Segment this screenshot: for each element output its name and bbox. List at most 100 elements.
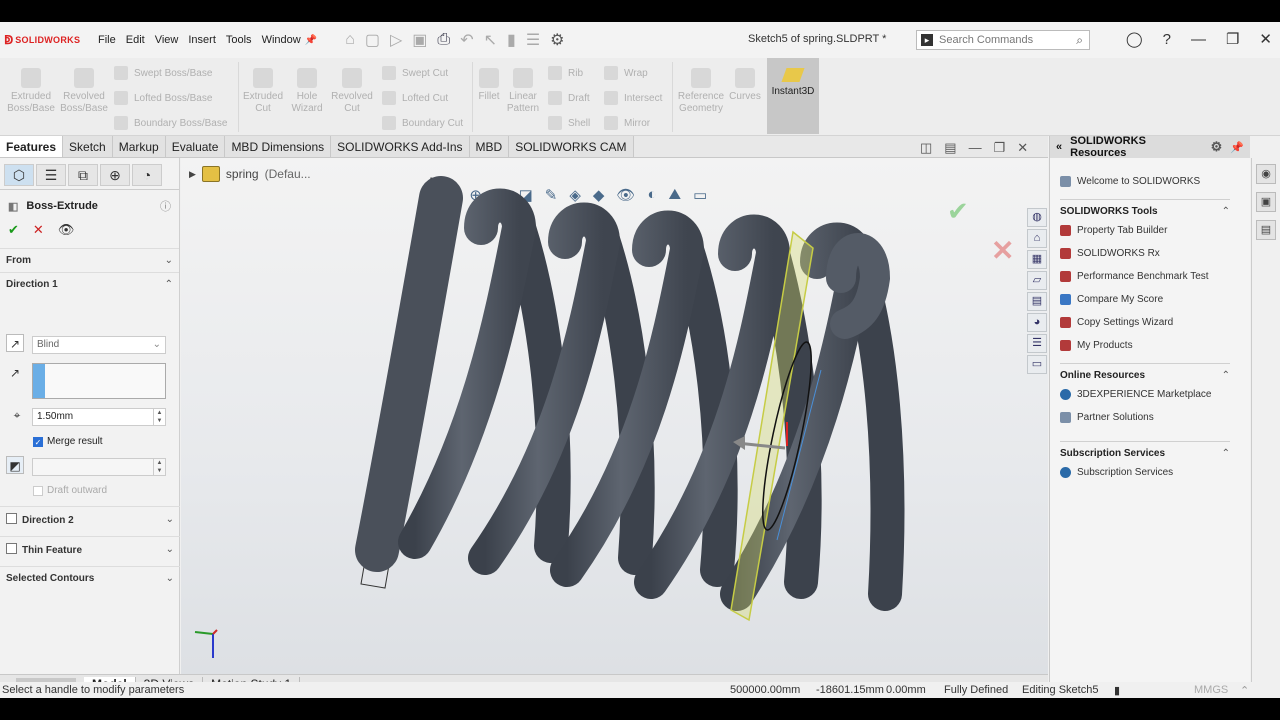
menu-edit[interactable]: Edit <box>126 34 145 46</box>
select-icon[interactable]: ↖ <box>484 30 497 50</box>
pin-pane-icon[interactable]: 📌 <box>1230 141 1244 154</box>
lofted-cut-button[interactable]: Lofted Cut <box>382 91 448 105</box>
file-explorer-icon[interactable]: ▱ <box>1027 271 1047 290</box>
help-icon[interactable]: ⓘ <box>160 198 171 214</box>
rebuild-icon[interactable]: ▮ <box>507 30 516 50</box>
custom-properties-icon[interactable]: ☰ <box>1027 334 1047 353</box>
view-palette-icon[interactable]: ▤ <box>1027 292 1047 311</box>
user-account-icon[interactable]: ◯ <box>1126 30 1143 48</box>
tab-mbd[interactable]: MBD <box>469 136 510 157</box>
link-views-icon[interactable]: ▤ <box>944 140 956 156</box>
instant3d-button[interactable]: Instant3D <box>767 58 819 134</box>
appearances-icon[interactable]: ◕ <box>1027 313 1047 332</box>
minimize-icon[interactable]: — <box>1191 31 1206 48</box>
tool-link[interactable]: Performance Benchmark Test <box>1050 265 1250 288</box>
tool-link[interactable]: My Products <box>1050 334 1250 357</box>
thin-feature-checkbox[interactable] <box>6 543 17 554</box>
configuration-manager-tab-icon[interactable]: ⧉ <box>68 164 98 186</box>
ok-check-icon[interactable]: ✔ <box>8 222 19 238</box>
search-commands-input[interactable]: ▸ Search Commands ⌕ <box>916 30 1090 50</box>
spring-model[interactable] <box>181 158 1048 674</box>
file-properties-icon[interactable]: ☰ <box>526 30 540 50</box>
viewport-minimize-icon[interactable]: — <box>969 140 982 156</box>
dimxpert-manager-tab-icon[interactable]: ⊕ <box>100 164 130 186</box>
tab-mbd-dimensions[interactable]: MBD Dimensions <box>225 136 332 157</box>
cancel-x-icon[interactable]: ✕ <box>33 222 44 238</box>
tab-solidworks-add-ins[interactable]: SOLIDWORKS Add-Ins <box>331 136 470 157</box>
file-explorer-tab-icon[interactable]: ▤ <box>1256 220 1276 240</box>
draft-angle-spinner[interactable]: ▲ ▼ <box>153 459 165 475</box>
subscription-link[interactable]: Subscription Services <box>1050 461 1250 484</box>
merge-result-checkbox[interactable]: ✓ Merge result <box>33 436 103 447</box>
hole-wizard-button[interactable]: Hole Wizard <box>288 68 326 115</box>
boundary-cut-button[interactable]: Boundary Cut <box>382 116 463 130</box>
tools-section-header[interactable]: SOLIDWORKS Tools ⌃ <box>1060 199 1230 217</box>
split-view-icon[interactable]: ◫ <box>920 140 932 156</box>
reference-geometry-button[interactable]: Reference Geometry <box>676 68 726 115</box>
depth-input[interactable]: 1.50mm ▲ ▼ <box>32 408 166 426</box>
property-manager-tab-icon[interactable]: ☰ <box>36 164 66 186</box>
save-icon[interactable]: ▣ <box>412 30 427 50</box>
forum-icon[interactable]: ▭ <box>1027 355 1047 374</box>
tab-features[interactable]: Features <box>0 136 64 157</box>
rebuild-indicator-icon[interactable]: ▮ <box>1114 684 1120 697</box>
collapse-pane-icon[interactable]: « <box>1056 141 1062 153</box>
section-thin-feature[interactable]: Thin Feature ⌄ <box>0 536 180 562</box>
section-direction-2[interactable]: Direction 2 ⌄ <box>0 506 180 532</box>
end-condition-select[interactable]: Blind ⌄ <box>32 336 166 354</box>
section-selected-contours[interactable]: Selected Contours ⌄ <box>0 566 180 590</box>
close-icon[interactable]: ✕ <box>1259 30 1272 48</box>
feature-manager-tab-icon[interactable]: ⬡ <box>4 164 34 186</box>
viewport-restore-icon[interactable]: ❐ <box>994 140 1006 156</box>
depth-spinner[interactable]: ▲ ▼ <box>153 409 165 425</box>
revolved-boss-button[interactable]: Revolved Boss/Base <box>58 68 110 115</box>
direction-selection-box[interactable] <box>32 363 166 399</box>
tab-sketch[interactable]: Sketch <box>63 136 113 157</box>
units-dropdown-icon[interactable]: ⌃ <box>1240 684 1249 697</box>
intersect-button[interactable]: Intersect <box>604 91 662 105</box>
search-icon[interactable]: ⌕ <box>1076 33 1083 48</box>
extruded-cut-button[interactable]: Extruded Cut <box>242 68 284 115</box>
tool-link[interactable]: Copy Settings Wizard <box>1050 311 1250 334</box>
linear-pattern-button[interactable]: Linear Pattern <box>506 68 540 115</box>
tool-link[interactable]: Compare My Score <box>1050 288 1250 311</box>
wrap-button[interactable]: Wrap <box>604 66 648 80</box>
draft-on-off-icon[interactable]: ◩ <box>6 456 24 474</box>
online-section-header[interactable]: Online Resources ⌃ <box>1060 363 1230 381</box>
tab-solidworks-cam[interactable]: SOLIDWORKS CAM <box>509 136 634 157</box>
menu-view[interactable]: View <box>155 34 179 46</box>
tab-evaluate[interactable]: Evaluate <box>165 136 226 157</box>
confirm-corner-check-icon[interactable]: ✔ <box>947 196 969 227</box>
tool-link[interactable]: Property Tab Builder <box>1050 219 1250 242</box>
shell-button[interactable]: Shell <box>548 116 590 130</box>
viewport-close-icon[interactable]: ✕ <box>1017 140 1028 156</box>
preview-eye-icon[interactable]: 👁 <box>58 222 75 238</box>
fillet-button[interactable]: Fillet <box>474 68 504 103</box>
subscription-section-header[interactable]: Subscription Services ⌃ <box>1060 441 1230 459</box>
tool-link[interactable]: SOLIDWORKS Rx <box>1050 242 1250 265</box>
view-globe-icon[interactable]: ◍ <box>1027 208 1047 227</box>
menu-tools[interactable]: Tools <box>226 34 252 46</box>
home-view-icon[interactable]: ⌂ <box>1027 229 1047 248</box>
open-icon[interactable]: ▷ <box>390 30 402 50</box>
rib-button[interactable]: Rib <box>548 66 583 80</box>
undo-icon[interactable]: ↶ <box>460 30 473 50</box>
menu-insert[interactable]: Insert <box>188 34 216 46</box>
online-link[interactable]: Partner Solutions <box>1050 406 1250 429</box>
menu-file[interactable]: File <box>98 34 116 46</box>
pin-menu-icon[interactable]: 📌 <box>305 35 317 46</box>
section-direction-1[interactable]: Direction 1 ⌃ <box>0 272 179 296</box>
direction-2-checkbox[interactable] <box>6 513 17 524</box>
restore-icon[interactable]: ❐ <box>1226 30 1239 48</box>
curves-button[interactable]: Curves <box>728 68 762 103</box>
mirror-button[interactable]: Mirror <box>604 116 650 130</box>
graphics-area[interactable]: ▶ spring (Defau... ⌕ ⊕ ↶ ◪ ✎ ◈ ◆ 👁 ◐ ⛰ ▭ <box>181 158 1048 674</box>
display-manager-tab-icon[interactable]: ◔ <box>132 164 162 186</box>
new-document-icon[interactable]: ▢ <box>365 30 380 50</box>
draft-outward-checkbox[interactable]: Draft outward <box>33 485 107 496</box>
lofted-boss-button[interactable]: Lofted Boss/Base <box>114 91 212 105</box>
swept-cut-button[interactable]: Swept Cut <box>382 66 448 80</box>
design-library-icon[interactable]: ▦ <box>1027 250 1047 269</box>
swept-boss-button[interactable]: Swept Boss/Base <box>114 66 212 80</box>
extruded-boss-button[interactable]: Extruded Boss/Base <box>6 68 56 115</box>
